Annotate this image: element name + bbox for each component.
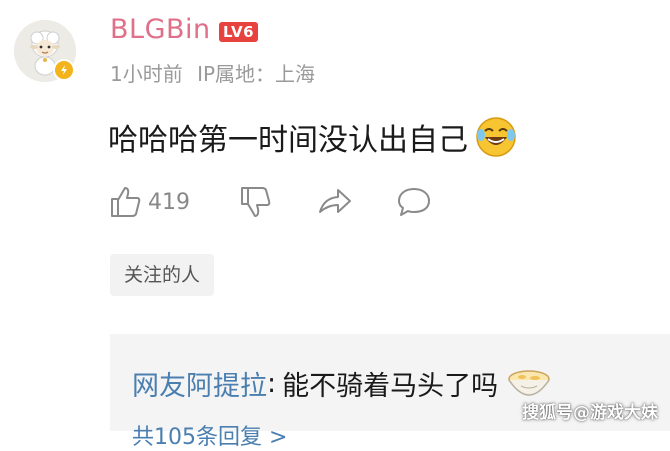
reply-line: 网友阿提拉 : 能不骑着马头了吗 [132, 364, 552, 403]
comment-text-row: 哈哈哈第一时间没认出自己 [108, 115, 518, 159]
bowl-icon [508, 369, 550, 396]
laughing-crying-icon [476, 117, 516, 157]
verified-badge-icon [53, 59, 75, 81]
thumbs-down-icon [241, 187, 271, 217]
followed-tag-chip[interactable]: 关注的人 [110, 254, 215, 296]
view-more-replies-link[interactable]: 共105条回复 > [132, 419, 287, 451]
watermark: 搜狐号@游戏大妹 [522, 403, 658, 423]
comment-time: 1小时前 [110, 62, 183, 86]
thumbs-up-icon [111, 187, 141, 217]
comment-bubble-icon [398, 188, 430, 216]
reply-separator: : [267, 368, 277, 399]
comment-text: 哈哈哈第一时间没认出自己 [108, 123, 468, 158]
share-icon [319, 189, 351, 213]
level-badge: LV6 [219, 22, 259, 42]
reply-text: 能不骑着马头了吗 [282, 371, 499, 402]
share-button[interactable] [316, 184, 354, 220]
like-button[interactable]: 419 [108, 184, 190, 220]
comment-meta: 1小时前 IP属地：上海 [110, 58, 315, 87]
username[interactable]: BLGBin [110, 14, 211, 45]
dislike-button[interactable] [238, 184, 274, 220]
ip-location: IP属地：上海 [197, 62, 316, 86]
like-count: 419 [148, 189, 190, 215]
reply-button[interactable] [395, 184, 433, 220]
reply-username[interactable]: 网友阿提拉 [132, 364, 267, 403]
